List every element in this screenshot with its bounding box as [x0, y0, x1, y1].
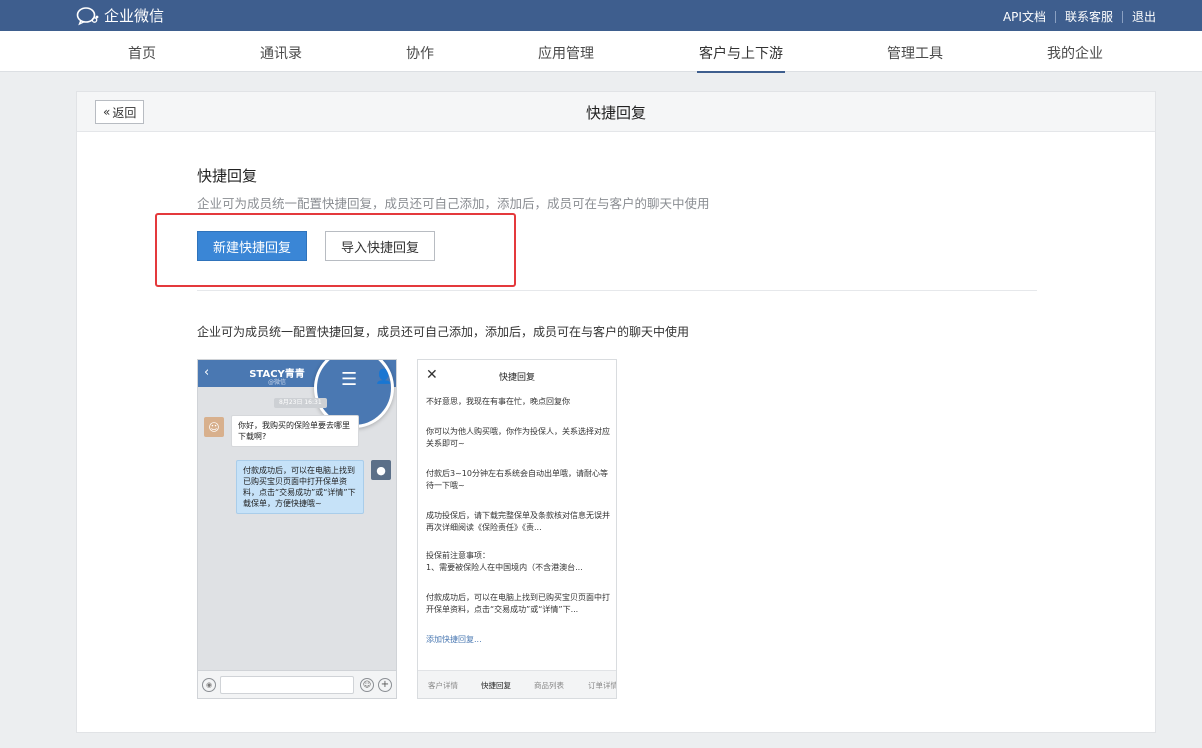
customer-message: 你好，我购买的保险单要去哪里下载啊?	[231, 415, 359, 447]
quick-reply-item: 付款成功后，可以在电脑上找到已购买宝贝页面中打开保单资料，点击“交易成功”或“详…	[426, 593, 610, 614]
tab-quick-reply: 快捷回复	[481, 681, 511, 690]
chat-input-bar: ◉ ☺ +	[198, 670, 396, 698]
app-logo[interactable]: 企业微信	[76, 5, 164, 26]
quick-reply-item: 成功投保后，请下载完整保单及条款核对信息无误并再次详细阅读《保险责任》《责...	[426, 511, 610, 532]
section-divider	[197, 290, 1037, 291]
quick-reply-item: 付款后3~10分钟左右系统会自动出单哦，请耐心等待一下哦~	[426, 469, 608, 490]
nav-my-enterprise[interactable]: 我的企业	[1047, 43, 1103, 63]
quick-reply-item: 不好意思，我现在有事在忙，晚点回复你	[426, 397, 570, 406]
tab-customer-details: 客户详情	[428, 681, 458, 690]
nav-collaboration[interactable]: 协作	[406, 43, 434, 63]
nav-management-tools[interactable]: 管理工具	[887, 43, 943, 63]
nav-app-management[interactable]: 应用管理	[538, 43, 594, 63]
section-title: 快捷回复	[197, 167, 258, 185]
menu-icon: ☰	[341, 369, 358, 390]
chat-preview-image: ‹ STACY青青 @微信 ☰ 👤 8月23日 16:31 ☺ 你好，我购买的保…	[197, 359, 397, 699]
customer-avatar: ☺	[204, 417, 224, 437]
plus-icon: +	[378, 678, 392, 692]
chat-input	[220, 676, 354, 694]
content-panel: « 返回 快捷回复 快捷回复 企业可为成员统一配置快捷回复，成员还可自己添加，添…	[76, 91, 1156, 733]
agent-avatar: ●	[371, 460, 391, 480]
wecom-logo-icon	[76, 6, 99, 25]
section-description: 企业可为成员统一配置快捷回复，成员还可自己添加，添加后，成员可在与客户的聊天中使…	[197, 196, 710, 211]
quick-reply-preview-image: ✕ 快捷回复 不好意思，我现在有事在忙，晚点回复你 你可以为他人购买哦，你作为投…	[417, 359, 617, 699]
app-name: 企业微信	[104, 7, 165, 25]
quick-reply-item: 你可以为他人购买哦，你作为投保人，关系选择对应关系即可~	[426, 427, 610, 448]
add-quick-reply-link: 添加快捷回复...	[426, 635, 482, 644]
chat-time: 8月23日 16:31	[274, 398, 327, 408]
top-links: API文档 联系客服 退出	[1003, 8, 1156, 25]
main-nav: 首页 通讯录 协作 应用管理 客户与上下游 管理工具 我的企业	[0, 31, 1202, 73]
person-icon: 👤	[375, 369, 393, 385]
logout-link[interactable]: 退出	[1132, 8, 1156, 25]
top-bar: 企业微信 API文档 联系客服 退出	[0, 0, 1202, 31]
agent-message: 付款成功后，可以在电脑上找到已购买宝贝页面中打开保单资料，点击“交易成功”或“详…	[236, 460, 364, 514]
nav-home[interactable]: 首页	[128, 43, 156, 63]
api-docs-link[interactable]: API文档	[1003, 8, 1046, 25]
link-divider	[1054, 10, 1056, 23]
panel-title: 快捷回复	[585, 104, 646, 122]
quick-reply-title: 快捷回复	[498, 373, 535, 383]
voice-icon: ◉	[202, 678, 216, 692]
nav-contacts[interactable]: 通讯录	[260, 43, 302, 63]
quick-reply-tabs: 客户详情 快捷回复 商品列表 订单详情	[418, 670, 616, 698]
nav-customers[interactable]: 客户与上下游	[697, 43, 785, 73]
new-quick-reply-button[interactable]: 新建快捷回复	[197, 231, 307, 261]
contact-support-link[interactable]: 联系客服	[1065, 8, 1113, 25]
tab-product-list: 商品列表	[534, 681, 564, 690]
panel-header: « 返回 快捷回复	[77, 92, 1155, 132]
link-divider	[1121, 10, 1123, 23]
tab-order-details: 订单详情	[588, 681, 617, 690]
quick-reply-item: 投保前注意事项： 1、需要被保险人在中国境内（不含港澳台...	[426, 551, 583, 572]
import-quick-reply-button[interactable]: 导入快捷回复	[325, 231, 435, 261]
intro-text: 企业可为成员统一配置快捷回复，成员还可自己添加，添加后，成员可在与客户的聊天中使…	[197, 325, 690, 339]
emoji-icon: ☺	[360, 678, 374, 692]
